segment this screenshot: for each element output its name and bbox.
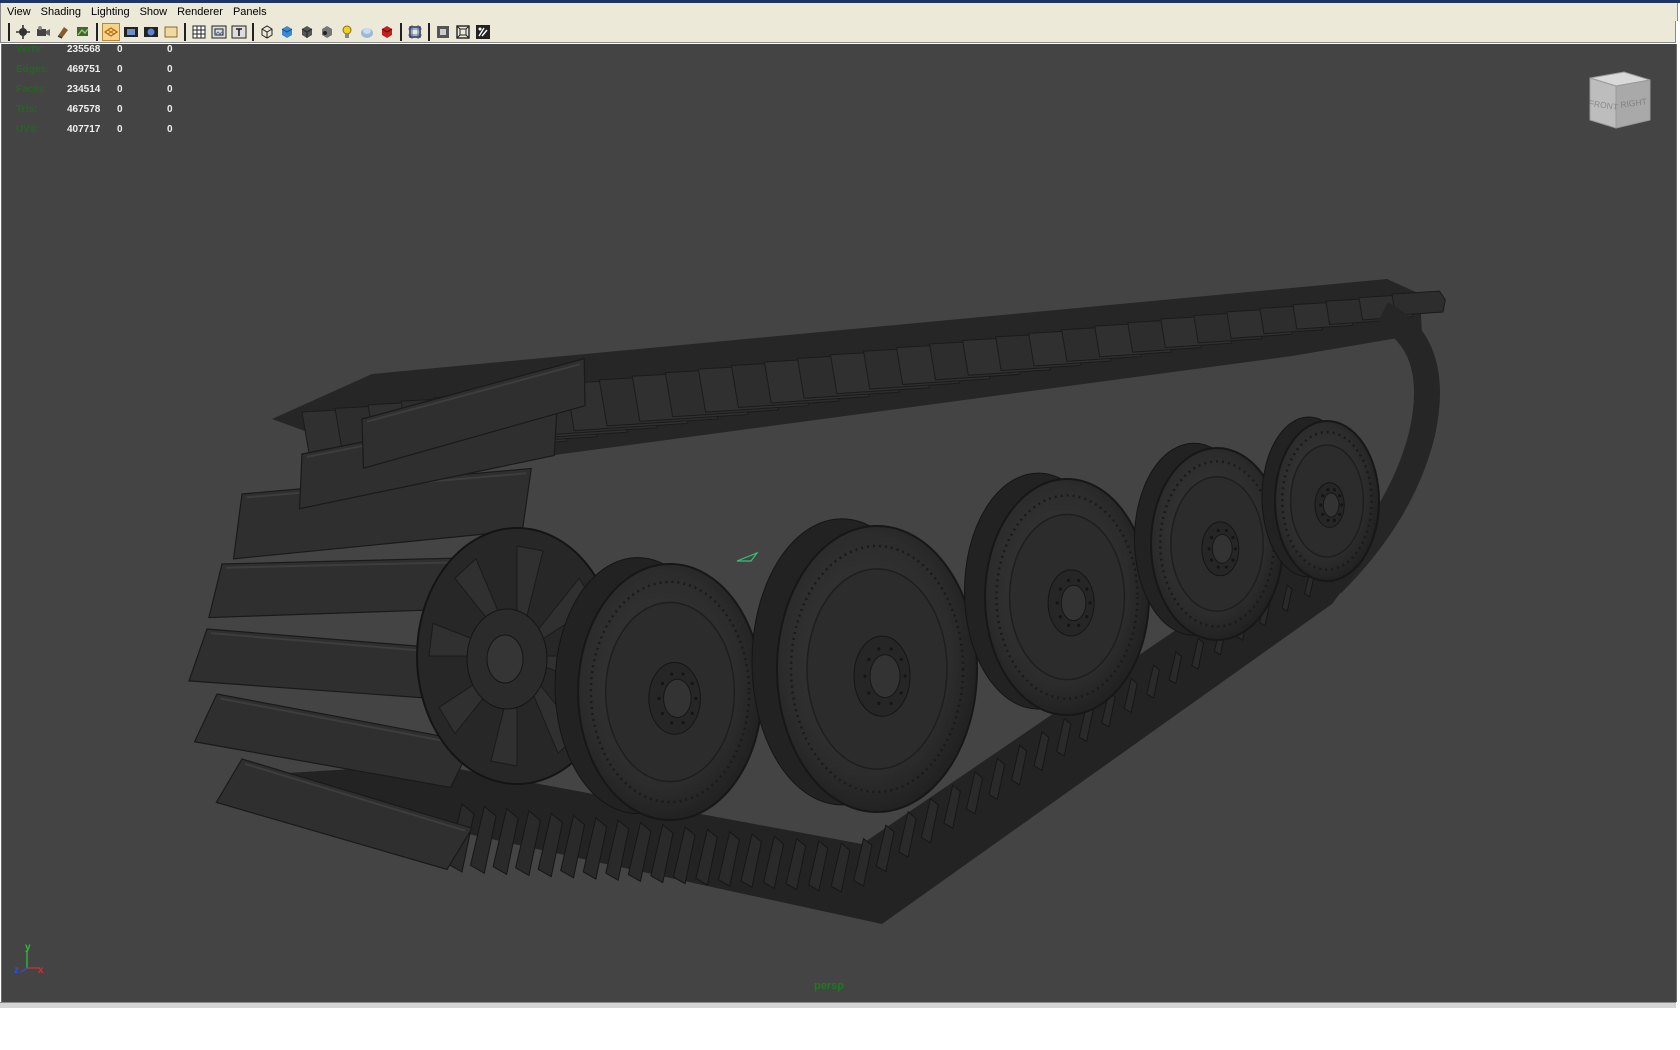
y-axis-label: y bbox=[25, 942, 31, 953]
select-camera-icon[interactable] bbox=[14, 23, 32, 41]
z-axis-line bbox=[20, 967, 28, 973]
maya-viewport-window: View Shading Lighting Show Renderer Pane… bbox=[0, 0, 1680, 1050]
film-gate-icon[interactable] bbox=[122, 23, 140, 41]
hud-value: 407717 bbox=[67, 124, 101, 135]
axis-gizmo: y z x bbox=[14, 942, 44, 976]
use-lights-icon[interactable] bbox=[338, 23, 356, 41]
z-axis-label: z bbox=[14, 965, 19, 976]
menu-lighting[interactable]: Lighting bbox=[86, 3, 135, 21]
road-wheel-1 bbox=[554, 557, 763, 821]
image-plane-icon[interactable] bbox=[74, 23, 92, 41]
hud-value: 0 bbox=[167, 44, 173, 55]
hud-value: 0 bbox=[167, 84, 173, 95]
road-wheels bbox=[416, 416, 1380, 821]
xray-joints-icon[interactable] bbox=[454, 23, 472, 41]
camera-name-label: persp bbox=[814, 980, 844, 992]
selection-highlight bbox=[736, 551, 759, 562]
hud-value: 0 bbox=[167, 124, 173, 135]
hud-value: 0 bbox=[117, 64, 123, 75]
xray-icon[interactable] bbox=[434, 23, 452, 41]
wireframe-icon[interactable] bbox=[258, 23, 276, 41]
hud-value: 0 bbox=[117, 104, 123, 115]
menu-show[interactable]: Show bbox=[135, 3, 173, 21]
field-chart-icon[interactable] bbox=[190, 23, 208, 41]
hud-value: 467578 bbox=[67, 104, 101, 115]
road-wheel-2 bbox=[751, 518, 978, 813]
hud-label: Verts: bbox=[16, 44, 44, 55]
menu-view[interactable]: View bbox=[1, 3, 36, 21]
x-axis-label: x bbox=[38, 965, 44, 976]
hud-label: Tris: bbox=[16, 104, 38, 115]
smooth-shade-icon[interactable] bbox=[278, 23, 296, 41]
road-wheel-3 bbox=[964, 472, 1150, 716]
hud-value: 0 bbox=[117, 44, 123, 55]
panel-menubar: View Shading Lighting Show Renderer Pane… bbox=[0, 3, 1678, 21]
resolution-gate-icon[interactable] bbox=[142, 23, 160, 41]
track-assembly-model[interactable] bbox=[2, 44, 1676, 1002]
hud-value: 0 bbox=[167, 104, 173, 115]
menu-panels[interactable]: Panels bbox=[228, 3, 272, 21]
camera-attributes-icon[interactable] bbox=[34, 23, 52, 41]
viewport-bottom-border bbox=[0, 1002, 1676, 1008]
hud-value: 0 bbox=[167, 64, 173, 75]
toolbar-separator bbox=[428, 22, 430, 41]
hud-label: Edges: bbox=[16, 64, 50, 75]
toolbar-separator bbox=[400, 22, 402, 41]
hud-value: 235568 bbox=[67, 44, 101, 55]
3d-viewport[interactable]: Verts: 235568 0 0 Edges: 469751 0 0 Face… bbox=[1, 44, 1677, 1002]
menu-renderer[interactable]: Renderer bbox=[172, 3, 228, 21]
safe-title-icon[interactable] bbox=[230, 23, 248, 41]
grid-icon[interactable] bbox=[102, 22, 120, 41]
bookmark-icon[interactable] bbox=[54, 23, 72, 41]
toolbar-separator bbox=[96, 22, 98, 41]
hud-value: 469751 bbox=[67, 64, 101, 75]
gate-mask-icon[interactable] bbox=[162, 23, 180, 41]
shadows-icon[interactable] bbox=[378, 23, 396, 41]
menu-shading[interactable]: Shading bbox=[36, 3, 86, 21]
bounding-box-icon[interactable] bbox=[318, 23, 336, 41]
hud-label: Faces: bbox=[16, 84, 48, 95]
road-wheel-4 bbox=[1134, 442, 1284, 641]
road-wheel-5 bbox=[1261, 416, 1380, 582]
hud-value: 0 bbox=[117, 124, 123, 135]
wireframe-on-shaded-icon[interactable] bbox=[474, 23, 492, 41]
view-cube[interactable]: FRONT RIGHT bbox=[1584, 64, 1656, 136]
hud-label: UVs: bbox=[16, 124, 39, 135]
hud-value: 0 bbox=[117, 84, 123, 95]
toolbar-separator bbox=[184, 22, 186, 41]
toolbar-separator bbox=[8, 22, 10, 41]
safe-action-icon[interactable] bbox=[210, 23, 228, 41]
panel-toolbar bbox=[0, 21, 1676, 43]
hud-value: 234514 bbox=[67, 84, 101, 95]
textured-icon[interactable] bbox=[358, 23, 376, 41]
isolate-select-icon[interactable] bbox=[406, 23, 424, 41]
flat-shade-icon[interactable] bbox=[298, 23, 316, 41]
toolbar-separator bbox=[252, 22, 254, 41]
